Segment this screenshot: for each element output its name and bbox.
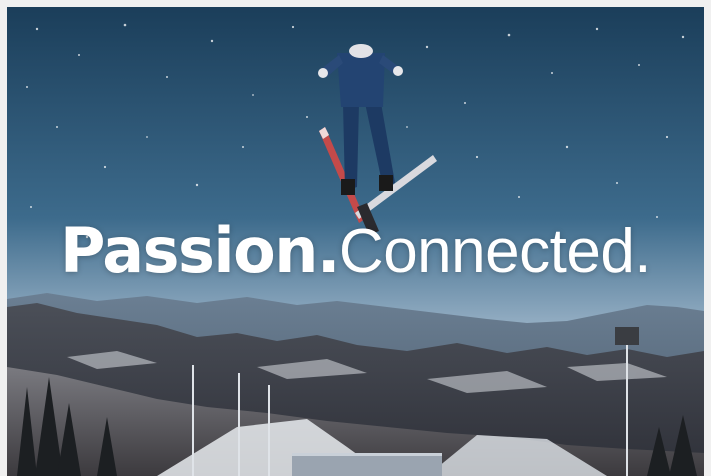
headline: Passion.Connected. <box>7 220 704 283</box>
headline-connected: Connected. <box>338 217 652 286</box>
headline-passion: Passion. <box>59 214 340 287</box>
hero-banner: Passion.Connected. <box>7 7 704 476</box>
floodlight <box>615 327 639 345</box>
building-roof <box>292 453 442 476</box>
